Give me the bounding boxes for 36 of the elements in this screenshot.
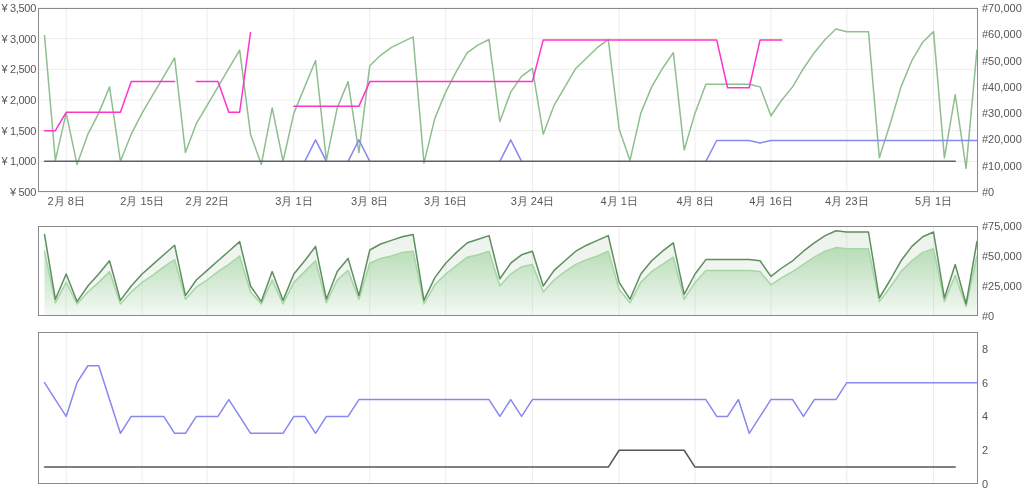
axis-label: ¥ 2,000 [1,94,36,106]
axis-label: #40,000 [982,80,1022,93]
axis-label: 3月 1日 [275,195,313,207]
axis-label: #70,000 [982,2,1022,14]
axis-label: 2月 8日 [47,195,85,207]
axis-label: #30,000 [982,107,1022,120]
axis-label: ¥ 3,500 [1,2,36,14]
axis-label: 4月 16日 [749,195,793,207]
axis-label: 6 [982,376,989,389]
axis-label: #10,000 [982,159,1022,172]
axis-label: ¥ 1,500 [1,124,36,137]
axis-label: #20,000 [982,133,1022,146]
axis-label: 8 [982,342,989,355]
axis-label: #75,000 [982,220,1022,232]
axis-label: #0 [982,186,995,198]
axis-label: 0 [982,478,989,490]
axis-label: 4月 1日 [600,195,638,207]
axis-label: 2月 15日 [120,195,164,207]
axis-label: 3月 24日 [510,195,555,207]
axis-label: 4月 23日 [825,195,869,207]
axis-label: #25,000 [982,280,1022,292]
axis-label: 2 [982,444,989,457]
axis-label: #50,000 [982,250,1022,262]
axis-label: ¥ 1,000 [1,155,36,168]
axis-label: ¥ 500 [9,186,36,198]
axis-label: #50,000 [982,54,1022,67]
axis-label: 3月 8日 [351,195,389,207]
axis-label: #0 [982,310,995,322]
axis-label: 3月 16日 [423,195,468,207]
axis-label: 4月 8日 [676,195,714,207]
axis-label: 4 [982,410,989,423]
axis-label: #60,000 [982,28,1022,41]
axis-label: ¥ 3,000 [1,32,36,45]
axis-label: 2月 22日 [185,195,229,207]
axis-label: ¥ 2,500 [1,63,36,76]
axis-label: 5月 1日 [914,195,953,207]
